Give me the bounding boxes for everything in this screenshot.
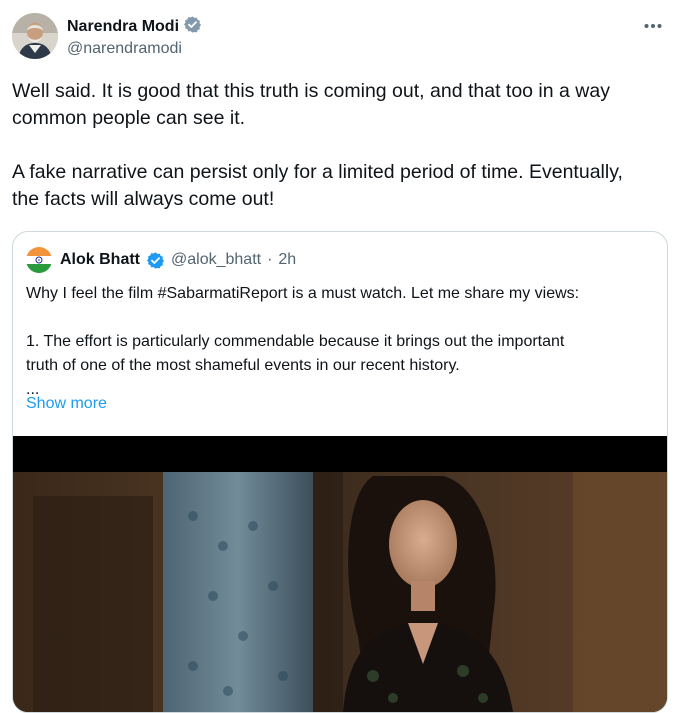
blue-verified-badge-icon (146, 251, 165, 270)
author-name-row: Narendra Modi (67, 15, 202, 39)
quoted-tweet-time[interactable]: 2h (278, 251, 296, 269)
gray-verified-badge-icon (183, 15, 202, 39)
tweet-text: Well said. It is good that this truth is… (12, 80, 623, 210)
author-avatar-image (12, 13, 58, 59)
quoted-author-name[interactable]: Alok Bhatt (60, 251, 140, 269)
india-flag-icon[interactable] (26, 247, 52, 273)
video-frame-image (13, 436, 667, 712)
more-options-button[interactable] (643, 16, 663, 36)
more-horizontal-icon (644, 24, 662, 28)
quoted-tweet-header: Alok Bhatt @alok_bhatt · 2h (26, 247, 296, 273)
quoted-author-handle[interactable]: @alok_bhatt (171, 251, 261, 269)
header-separator: · (267, 251, 273, 268)
video-thumbnail[interactable] (13, 436, 667, 712)
author-name[interactable]: Narendra Modi (67, 18, 179, 36)
quoted-tweet-card[interactable]: Alok Bhatt @alok_bhatt · 2h Why I feel t… (12, 231, 668, 713)
quoted-tweet-text: Why I feel the film #SabarmatiReport is … (26, 285, 580, 398)
author-handle[interactable]: @narendramodi (67, 40, 182, 58)
show-more-link[interactable]: Show more (26, 395, 107, 413)
author-avatar[interactable] (12, 13, 58, 59)
